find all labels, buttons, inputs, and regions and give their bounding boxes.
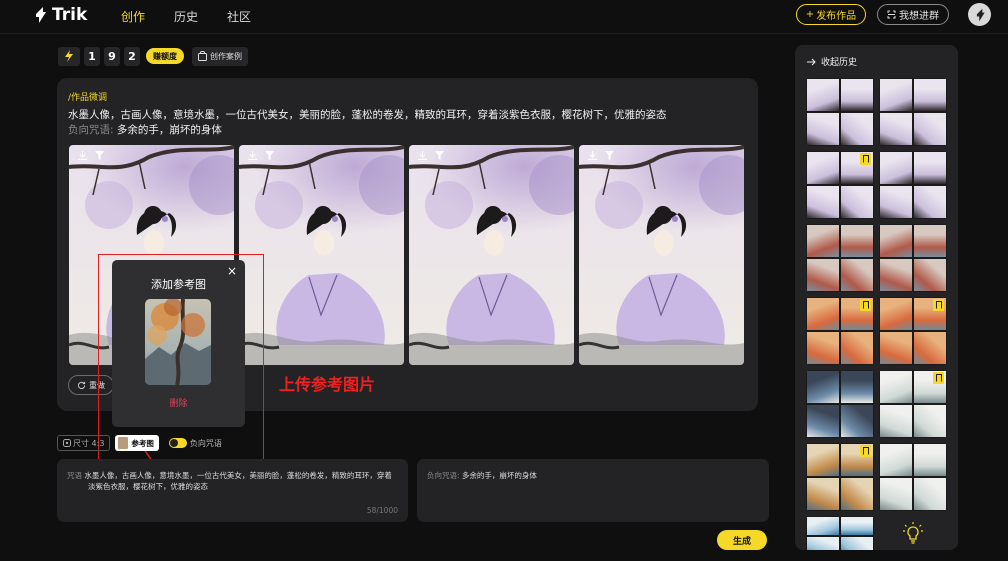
reference-image-button[interactable]: 参考图 — [115, 435, 159, 451]
bookmark-icon[interactable] — [933, 299, 944, 311]
credits-row: 1 9 2 赚额度 创作案例 — [58, 46, 248, 66]
negative-prompt-text: 负向咒语: 多余的手，崩坏的身体 — [68, 122, 222, 137]
earn-credits-button[interactable]: 赚额度 — [146, 48, 184, 64]
credit-digit: 9 — [104, 46, 120, 66]
history-thumbnail[interactable] — [879, 78, 947, 146]
bookmark-icon[interactable] — [860, 153, 871, 165]
negative-input-label: 负向咒语: — [427, 471, 460, 480]
annotation-text: 上传参考图片 — [279, 375, 376, 394]
prompt-input-label: 咒语 — [67, 471, 82, 480]
logo[interactable]: Trik — [34, 5, 87, 25]
negative-prompt-input[interactable]: 负向咒语: 多余的手，崩坏的身体 — [417, 459, 769, 522]
filter-icon[interactable] — [95, 151, 104, 160]
lightbulb-tip-button[interactable] — [879, 515, 947, 550]
publish-label: 发布作品 — [816, 11, 857, 22]
filter-icon[interactable] — [435, 151, 444, 160]
credit-digit: 1 — [84, 46, 100, 66]
history-thumbnail[interactable] — [879, 297, 947, 365]
history-thumbnail[interactable] — [879, 370, 947, 438]
aspect-icon — [63, 439, 71, 447]
logo-icon — [36, 7, 46, 23]
download-icon[interactable] — [248, 151, 257, 160]
negative-prompt-label: 负向咒语: — [68, 124, 114, 136]
history-thumbnail[interactable] — [806, 297, 874, 365]
bolt-icon — [58, 46, 80, 66]
nav-history[interactable]: 历史 — [174, 8, 198, 25]
prompt-text: 水墨人像，古画人像，意境水墨，一位古代美女，美丽的脸，蓬松的卷发，精致的耳环，穿… — [68, 109, 667, 121]
download-icon[interactable] — [78, 151, 87, 160]
nav-community[interactable]: 社区 — [227, 8, 251, 25]
negative-input-value: 多余的手，崩坏的身体 — [461, 471, 537, 480]
download-icon[interactable] — [588, 151, 597, 160]
result-image-card[interactable] — [579, 145, 744, 365]
logo-text: Trik — [52, 5, 88, 25]
history-sidebar: 收起历史 — [795, 45, 958, 550]
char-counter: 58/1000 — [366, 506, 398, 515]
bag-icon — [198, 51, 207, 61]
history-thumbnail[interactable] — [806, 224, 874, 292]
join-group-button[interactable]: 我想进群 — [877, 4, 949, 25]
history-thumbnail[interactable] — [806, 443, 874, 511]
negative-toggle-label: 负向咒语 — [189, 438, 222, 448]
download-icon[interactable] — [418, 151, 427, 160]
size-selector[interactable]: 尺寸 4:3 — [57, 435, 111, 451]
options-row: 尺寸 4:3 参考图 负向咒语 — [57, 435, 222, 451]
credit-digit: 2 — [124, 46, 140, 66]
annotation-highlight-box — [98, 254, 264, 461]
plus-icon: + — [805, 9, 815, 20]
history-thumbnail[interactable] — [806, 516, 874, 550]
result-image-card[interactable] — [409, 145, 574, 365]
history-thumbnail[interactable] — [806, 370, 874, 438]
collapse-history-button[interactable]: 收起历史 — [807, 55, 857, 68]
toggle-switch-icon — [168, 438, 187, 448]
generate-button[interactable]: 生成 — [717, 530, 767, 550]
nav-create[interactable]: 创作 — [121, 8, 145, 25]
prompt-input[interactable]: 咒语 水墨人像，古画人像，意境水墨，一位古代美女，美丽的脸，蓬松的卷发，精致的耳… — [57, 459, 408, 522]
scan-icon — [887, 10, 896, 19]
filter-icon[interactable] — [605, 151, 614, 160]
history-thumbnail[interactable] — [879, 224, 947, 292]
refresh-icon — [77, 381, 86, 389]
top-nav-bar: Trik 创作 历史 社区 + 发布作品 我想进群 — [0, 0, 1008, 34]
negative-prompt-value: 多余的手，崩坏的身体 — [116, 124, 222, 136]
size-label: 尺寸 4:3 — [73, 438, 105, 448]
history-thumbnail[interactable] — [879, 443, 947, 511]
prompt-input-value: 水墨人像，古画人像，意境水墨，一位古代美女，美丽的脸，蓬松的卷发，精致的耳环，穿… — [84, 471, 392, 491]
filter-icon[interactable] — [265, 151, 274, 160]
avatar[interactable] — [968, 3, 991, 26]
arrow-right-icon — [807, 58, 816, 65]
bookmark-icon[interactable] — [933, 372, 944, 384]
publish-button[interactable]: + 发布作品 — [796, 4, 866, 25]
history-thumbnail[interactable] — [806, 78, 874, 146]
reference-label: 参考图 — [131, 438, 154, 448]
bookmark-icon[interactable] — [860, 445, 871, 457]
history-thumbnail[interactable] — [879, 151, 947, 219]
creation-cases-button[interactable]: 创作案例 — [192, 46, 248, 66]
bookmark-icon[interactable] — [860, 299, 871, 311]
negative-prompt-toggle[interactable]: 负向咒语 — [168, 438, 222, 449]
history-thumbnail[interactable] — [806, 151, 874, 219]
fine-tune-title[interactable]: /作品微调 — [68, 90, 107, 103]
lightbulb-icon — [903, 522, 923, 544]
user-logo-icon — [976, 8, 985, 21]
join-group-label: 我想进群 — [899, 11, 939, 22]
creation-cases-label: 创作案例 — [210, 51, 242, 61]
history-title: 收起历史 — [821, 58, 858, 68]
reference-thumb-icon — [118, 437, 129, 449]
